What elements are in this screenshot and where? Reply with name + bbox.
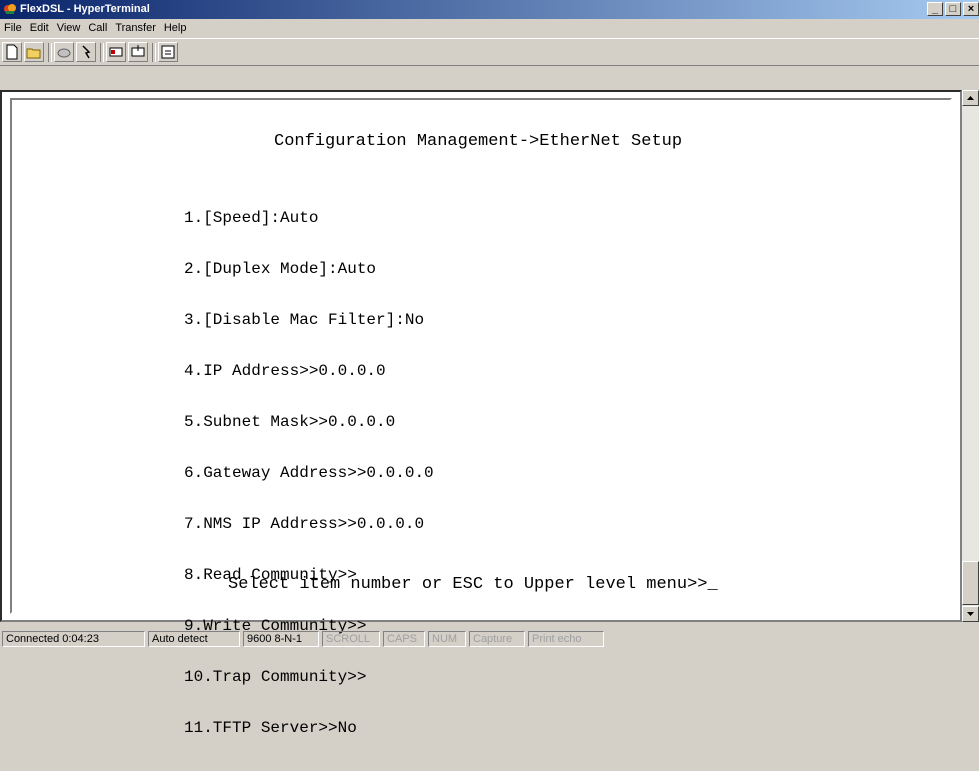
- connection-time: Connected 0:04:23: [2, 631, 145, 647]
- scroll-thumb[interactable]: [962, 561, 979, 605]
- caps-indicator: CAPS: [383, 631, 425, 647]
- emulation-detect: Auto detect: [148, 631, 240, 647]
- receive-file-icon: [131, 45, 145, 57]
- menu-edit[interactable]: Edit: [30, 22, 49, 34]
- minimize-button[interactable]: _: [927, 2, 943, 16]
- maximize-button[interactable]: □: [945, 2, 961, 16]
- terminal-window[interactable]: Configuration Management->EtherNet Setup…: [0, 90, 962, 737]
- open-icon: [26, 48, 41, 59]
- list-item: 6.Gateway Address>>0.0.0.0: [184, 464, 434, 482]
- page-title: Configuration Management->EtherNet Setup: [274, 132, 683, 151]
- title-bar: FlexDSL - HyperTerminal _ □ ×: [0, 0, 979, 19]
- vertical-scrollbar[interactable]: [962, 90, 979, 622]
- list-item: 5.Subnet Mask>>0.0.0.0: [184, 413, 396, 431]
- disconnect-button[interactable]: [54, 42, 74, 62]
- menu-bar: File Edit View Call Transfer Help: [0, 19, 979, 37]
- properties-icon: [161, 45, 175, 59]
- menu-help[interactable]: Help: [164, 22, 187, 34]
- window-title: FlexDSL - HyperTerminal: [20, 3, 150, 15]
- arrow-up-icon: [967, 96, 974, 100]
- toolbar-separator: [152, 43, 156, 62]
- num-indicator: NUM: [428, 631, 466, 647]
- menu-file[interactable]: File: [4, 22, 22, 34]
- close-button[interactable]: ×: [963, 2, 979, 16]
- toolbar: [0, 38, 979, 66]
- toolbar-separator: [100, 43, 104, 62]
- terminal-screen: Configuration Management->EtherNet Setup…: [10, 98, 952, 737]
- menu-call[interactable]: Call: [88, 22, 107, 34]
- scroll-up-button[interactable]: [962, 90, 979, 106]
- arrow-down-icon: [967, 612, 974, 616]
- text-cursor: _: [707, 575, 718, 594]
- send-file-button[interactable]: [106, 42, 126, 62]
- hyperterminal-app-icon[interactable]: [3, 2, 17, 16]
- list-item: 3.[Disable Mac Filter]:No: [184, 311, 425, 329]
- list-item: 4.IP Address>>0.0.0.0: [184, 362, 386, 380]
- status-bar: Connected 0:04:23 Auto detect 9600 8-N-1…: [0, 629, 979, 649]
- scroll-down-button[interactable]: [962, 606, 979, 622]
- new-connection-button[interactable]: [2, 42, 22, 62]
- print-echo-indicator: Print echo: [528, 631, 604, 647]
- port-settings: 9600 8-N-1: [243, 631, 319, 647]
- command-prompt: Select item number or ESC to Upper level…: [228, 575, 718, 594]
- list-item: 2.[Duplex Mode]:Auto: [184, 260, 377, 278]
- window-controls: _ □ ×: [927, 2, 979, 17]
- prompt-text: Select item number or ESC to Upper level…: [228, 575, 708, 594]
- list-item: 11.TFTP Server>>No: [184, 719, 357, 737]
- open-button[interactable]: [24, 42, 44, 62]
- list-item: 10.Trap Community>>: [184, 668, 367, 686]
- toolbar-separator: [48, 43, 52, 62]
- connect-icon: [82, 45, 91, 59]
- properties-button[interactable]: [158, 42, 178, 62]
- setup-menu-list: 1.[Speed]:Auto 2.[Duplex Mode]:Auto 3.[D…: [184, 176, 434, 771]
- list-item: 7.NMS IP Address>>0.0.0.0: [184, 515, 425, 533]
- list-item: 1.[Speed]:Auto: [184, 209, 319, 227]
- menu-view[interactable]: View: [57, 22, 81, 34]
- capture-indicator: Capture: [469, 631, 525, 647]
- send-file-icon: [109, 47, 123, 57]
- new-connection-icon: [6, 44, 18, 60]
- menu-transfer[interactable]: Transfer: [115, 22, 156, 34]
- receive-file-button[interactable]: [128, 42, 148, 62]
- scroll-indicator: SCROLL: [322, 631, 380, 647]
- connect-button[interactable]: [76, 42, 96, 62]
- disconnect-phone-icon: [57, 48, 71, 58]
